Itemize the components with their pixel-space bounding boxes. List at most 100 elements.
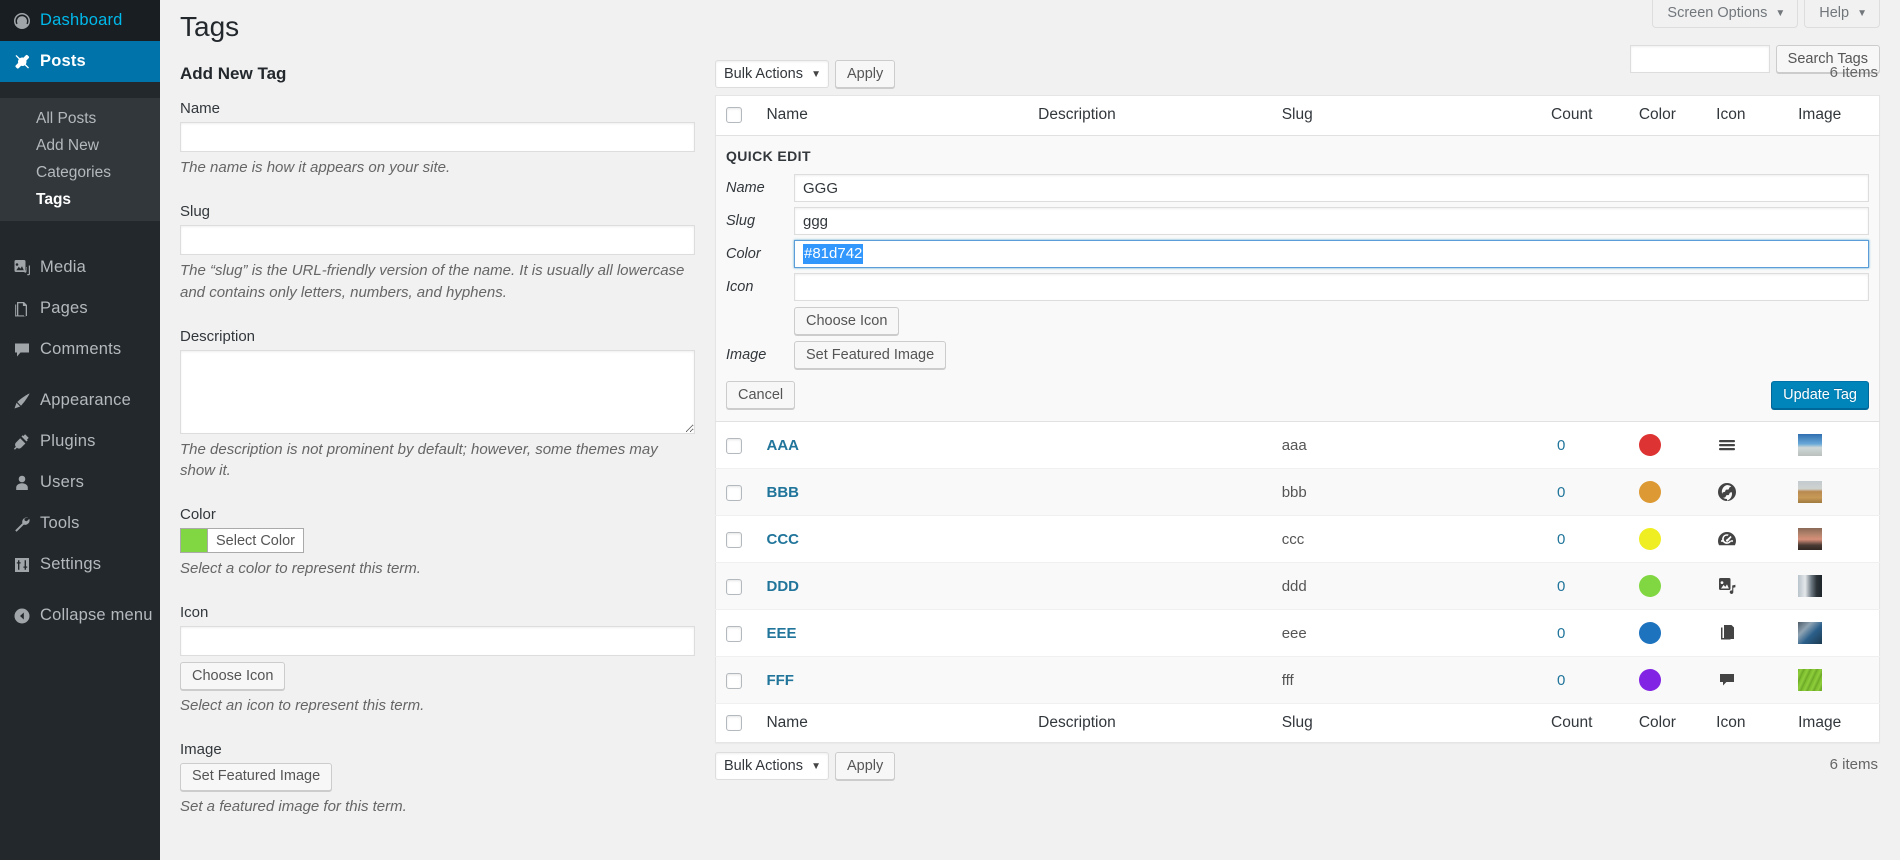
color-picker[interactable]: Select Color bbox=[180, 528, 695, 554]
column-footer-image-link[interactable]: Image bbox=[1798, 714, 1841, 731]
set-featured-image-button[interactable]: Set Featured Image bbox=[180, 762, 333, 791]
sidebar-item-all-posts[interactable]: All Posts bbox=[0, 105, 160, 132]
tablenav-bottom: Bulk Actions ▼ Apply 6 items bbox=[715, 751, 1880, 781]
quick-edit-choose-icon-button[interactable]: Choose Icon bbox=[794, 307, 900, 336]
column-header-slug-link[interactable]: Slug bbox=[1282, 106, 1313, 123]
icon-input[interactable] bbox=[180, 625, 695, 656]
column-footer-count[interactable]: Count bbox=[1541, 704, 1629, 743]
quick-edit-set-featured-image-button[interactable]: Set Featured Image bbox=[794, 341, 947, 370]
row-icon-cell bbox=[1706, 563, 1788, 610]
collapse-arrow-icon bbox=[12, 606, 40, 626]
row-title-link[interactable]: AAA bbox=[766, 437, 799, 454]
column-footer-icon[interactable]: Icon bbox=[1706, 704, 1788, 743]
column-footer-icon-link[interactable]: Icon bbox=[1716, 714, 1745, 731]
row-checkbox[interactable] bbox=[726, 578, 742, 595]
quick-edit-name-input[interactable] bbox=[794, 174, 1869, 203]
slug-input[interactable] bbox=[180, 225, 695, 256]
bulk-actions-select[interactable]: Bulk Actions bbox=[715, 60, 829, 89]
row-checkbox[interactable] bbox=[726, 437, 742, 454]
name-input[interactable] bbox=[180, 122, 695, 153]
color-dot bbox=[1638, 434, 1661, 457]
row-count-link[interactable]: 0 bbox=[1557, 578, 1565, 595]
row-checkbox[interactable] bbox=[726, 531, 742, 548]
name-label: Name bbox=[180, 100, 221, 118]
description-textarea[interactable] bbox=[180, 349, 695, 434]
row-count-link[interactable]: 0 bbox=[1557, 484, 1565, 501]
bulk-actions-select-bottom[interactable]: Bulk Actions bbox=[715, 752, 829, 781]
sidebar-item-collapse-menu[interactable]: Collapse menu bbox=[0, 595, 160, 636]
column-header-image[interactable]: Image bbox=[1788, 96, 1879, 135]
column-header-name-link[interactable]: Name bbox=[766, 106, 807, 123]
column-header-icon-link[interactable]: Icon bbox=[1716, 106, 1745, 123]
sidebar-item-media[interactable]: Media bbox=[0, 247, 160, 288]
screen-meta-links: Screen Options ▼ Help ▼ bbox=[1646, 0, 1880, 28]
quick-edit-color-holder: #81d742 bbox=[794, 240, 1869, 269]
select-color-button[interactable]: Select Color bbox=[207, 528, 304, 554]
screen-options-button[interactable]: Screen Options ▼ bbox=[1652, 0, 1799, 28]
column-footer-description[interactable]: Description bbox=[1028, 704, 1272, 743]
sidebar-item-settings[interactable]: Settings bbox=[0, 544, 160, 585]
row-checkbox[interactable] bbox=[726, 672, 742, 689]
row-checkbox[interactable] bbox=[726, 484, 742, 501]
sidebar-item-plugins[interactable]: Plugins bbox=[0, 421, 160, 462]
green-grass-thumbnail bbox=[1798, 669, 1823, 692]
sidebar-item-tags[interactable]: Tags bbox=[0, 186, 160, 213]
sidebar-item-appearance[interactable]: Appearance bbox=[0, 380, 160, 421]
sidebar-item-tools[interactable]: Tools bbox=[0, 503, 160, 544]
row-count-link[interactable]: 0 bbox=[1557, 672, 1565, 689]
column-header-count[interactable]: Count bbox=[1541, 96, 1629, 135]
column-header-color-link[interactable]: Color bbox=[1639, 106, 1676, 123]
select-all-checkbox-bottom[interactable] bbox=[726, 715, 742, 732]
column-header-image-link[interactable]: Image bbox=[1798, 106, 1841, 123]
sidebar-item-pages[interactable]: Pages bbox=[0, 288, 160, 329]
row-color-cell bbox=[1629, 563, 1706, 610]
column-footer-color-link[interactable]: Color bbox=[1639, 714, 1676, 731]
quick-edit-cancel-button[interactable]: Cancel bbox=[726, 381, 796, 410]
column-header-name[interactable]: Name bbox=[756, 96, 1028, 135]
row-icon-cell bbox=[1706, 516, 1788, 563]
apply-button-top[interactable]: Apply bbox=[835, 60, 896, 89]
column-footer-name-link[interactable]: Name bbox=[766, 714, 807, 731]
column-footer-slug[interactable]: Slug bbox=[1272, 704, 1541, 743]
column-header-color[interactable]: Color bbox=[1629, 96, 1706, 135]
column-header-count-link[interactable]: Count bbox=[1551, 106, 1592, 123]
sidebar-item-users[interactable]: Users bbox=[0, 462, 160, 503]
quick-edit-update-tag-button[interactable]: Update Tag bbox=[1771, 381, 1869, 410]
row-count-link[interactable]: 0 bbox=[1557, 531, 1565, 548]
column-footer-name[interactable]: Name bbox=[756, 704, 1028, 743]
pages-icon bbox=[12, 299, 40, 319]
sidebar-item-dashboard[interactable]: Dashboard bbox=[0, 0, 160, 41]
sidebar-item-posts[interactable]: Posts bbox=[0, 41, 168, 82]
row-checkbox[interactable] bbox=[726, 625, 742, 642]
sidebar-item-categories[interactable]: Categories bbox=[0, 159, 160, 186]
row-slug-cell: aaa bbox=[1281, 436, 1307, 454]
column-header-slug[interactable]: Slug bbox=[1272, 96, 1541, 135]
sidebar-item-comments[interactable]: Comments bbox=[0, 329, 160, 370]
column-footer-count-link[interactable]: Count bbox=[1551, 714, 1592, 731]
row-count-link[interactable]: 0 bbox=[1557, 625, 1565, 642]
column-footer-color[interactable]: Color bbox=[1629, 704, 1706, 743]
row-title-link[interactable]: FFF bbox=[766, 672, 794, 689]
row-title-link[interactable]: BBB bbox=[766, 484, 799, 501]
sidebar-item-label: Posts bbox=[40, 52, 86, 70]
column-footer-image[interactable]: Image bbox=[1788, 704, 1879, 743]
column-header-icon[interactable]: Icon bbox=[1706, 96, 1788, 135]
row-title-link[interactable]: CCC bbox=[766, 531, 799, 548]
column-header-description-link[interactable]: Description bbox=[1038, 106, 1116, 123]
row-count-link[interactable]: 0 bbox=[1557, 437, 1565, 454]
quick-edit-slug-input[interactable] bbox=[794, 207, 1869, 236]
sidebar-item-label: Appearance bbox=[40, 391, 131, 409]
color-help-text: Select a color to represent this term. bbox=[180, 560, 421, 578]
quick-edit-color-input[interactable] bbox=[794, 240, 1869, 269]
sidebar-item-add-new[interactable]: Add New bbox=[0, 132, 160, 159]
row-title-link[interactable]: EEE bbox=[766, 625, 796, 642]
column-header-description[interactable]: Description bbox=[1028, 96, 1272, 135]
quick-edit-icon-input[interactable] bbox=[794, 273, 1869, 302]
help-button[interactable]: Help ▼ bbox=[1804, 0, 1880, 28]
column-footer-slug-link[interactable]: Slug bbox=[1282, 714, 1313, 731]
choose-icon-button[interactable]: Choose Icon bbox=[180, 661, 286, 690]
column-footer-description-link[interactable]: Description bbox=[1038, 714, 1116, 731]
select-all-checkbox-top[interactable] bbox=[726, 107, 742, 124]
row-title-link[interactable]: DDD bbox=[766, 578, 799, 595]
apply-button-bottom[interactable]: Apply bbox=[835, 752, 896, 781]
